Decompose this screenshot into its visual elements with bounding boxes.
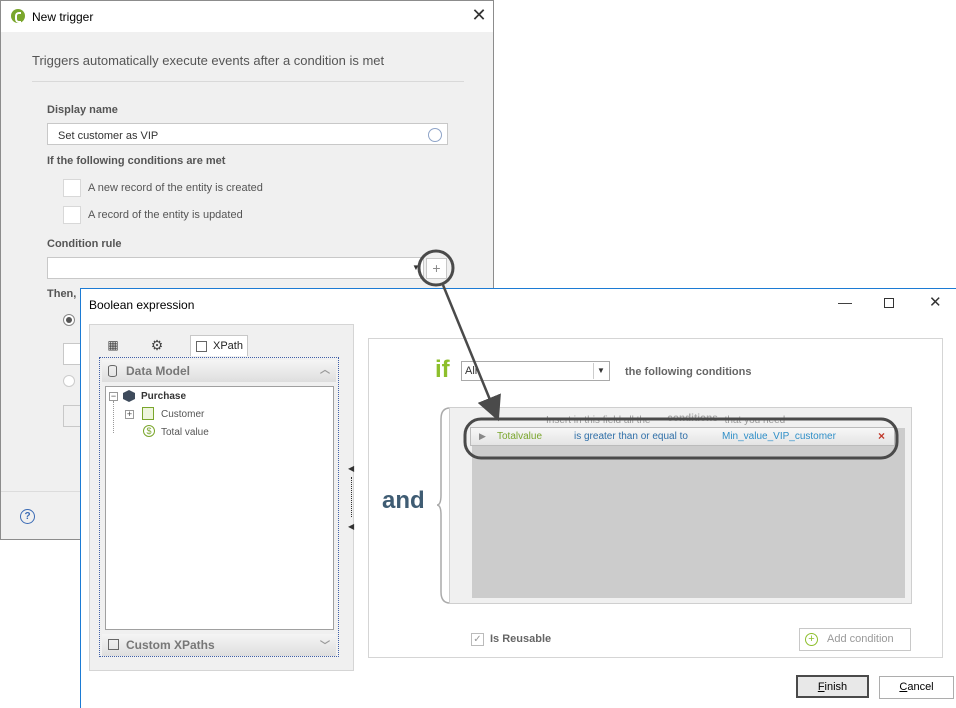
- highlight-rounded-box: [463, 417, 899, 460]
- annotation-overlay: [417, 249, 899, 460]
- highlight-circle: [417, 249, 455, 287]
- pointer-arrow: [441, 284, 501, 422]
